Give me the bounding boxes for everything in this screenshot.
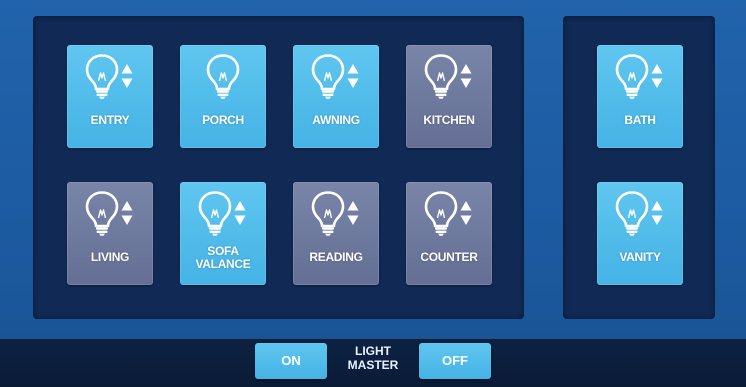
vanity-light-label: VANITY (619, 250, 661, 264)
up-down-arrows-icon (121, 63, 133, 89)
reading-light-button[interactable]: READING (293, 182, 379, 285)
light-bulb-icon (84, 53, 120, 99)
living-light-button[interactable]: LIVING (67, 182, 153, 285)
awning-light-button[interactable]: AWNING (293, 45, 379, 148)
reading-light-label: READING (309, 250, 363, 264)
up-down-arrows-icon (347, 200, 359, 226)
master-on-button[interactable]: ON (255, 343, 327, 379)
up-down-arrows-icon (460, 200, 472, 226)
light-master-title: LIGHT MASTER (330, 344, 416, 372)
up-down-arrows-icon (651, 200, 663, 226)
up-down-arrows-icon (347, 63, 359, 89)
kitchen-light-label: KITCHEN (423, 113, 475, 127)
bath-light-button[interactable]: BATH (597, 45, 683, 148)
bath-lights-panel: BATH VANITY (563, 16, 715, 319)
counter-light-label: COUNTER (420, 250, 478, 264)
bath-light-label: BATH (624, 113, 656, 127)
main-lights-panel: ENTRY PORCH AWNING KITCHEN LIVING SOFA V… (33, 16, 524, 319)
kitchen-light-button[interactable]: KITCHEN (406, 45, 492, 148)
awning-light-label: AWNING (312, 113, 360, 127)
porch-light-button[interactable]: PORCH (180, 45, 266, 148)
entry-light-button[interactable]: ENTRY (67, 45, 153, 148)
up-down-arrows-icon (121, 200, 133, 226)
light-master-bar: ON LIGHT MASTER OFF (0, 338, 746, 387)
light-bulb-icon (310, 190, 346, 236)
sofa-valance-light-label: SOFA VALANCE (180, 245, 266, 271)
light-master-title-line1: LIGHT (355, 344, 391, 358)
light-master-title-line2: MASTER (347, 358, 399, 372)
sofa-valance-light-button[interactable]: SOFA VALANCE (180, 182, 266, 285)
lighting-control-screen: ENTRY PORCH AWNING KITCHEN LIVING SOFA V… (0, 0, 746, 387)
counter-light-button[interactable]: COUNTER (406, 182, 492, 285)
light-bulb-icon (423, 190, 459, 236)
master-off-button[interactable]: OFF (419, 343, 491, 379)
up-down-arrows-icon (651, 63, 663, 89)
porch-light-label: PORCH (202, 113, 244, 127)
vanity-light-button[interactable]: VANITY (597, 182, 683, 285)
up-down-arrows-icon (234, 200, 246, 226)
light-bulb-icon (614, 53, 650, 99)
light-bulb-icon (84, 190, 120, 236)
entry-light-label: ENTRY (90, 113, 130, 127)
light-bulb-icon (614, 190, 650, 236)
light-bulb-icon (310, 53, 346, 99)
sofa-valance-label-line2: VALANCE (195, 257, 251, 271)
up-down-arrows-icon (460, 63, 472, 89)
light-bulb-icon (423, 53, 459, 99)
light-bulb-icon (197, 190, 233, 236)
living-light-label: LIVING (90, 250, 130, 264)
light-bulb-icon (205, 53, 241, 99)
